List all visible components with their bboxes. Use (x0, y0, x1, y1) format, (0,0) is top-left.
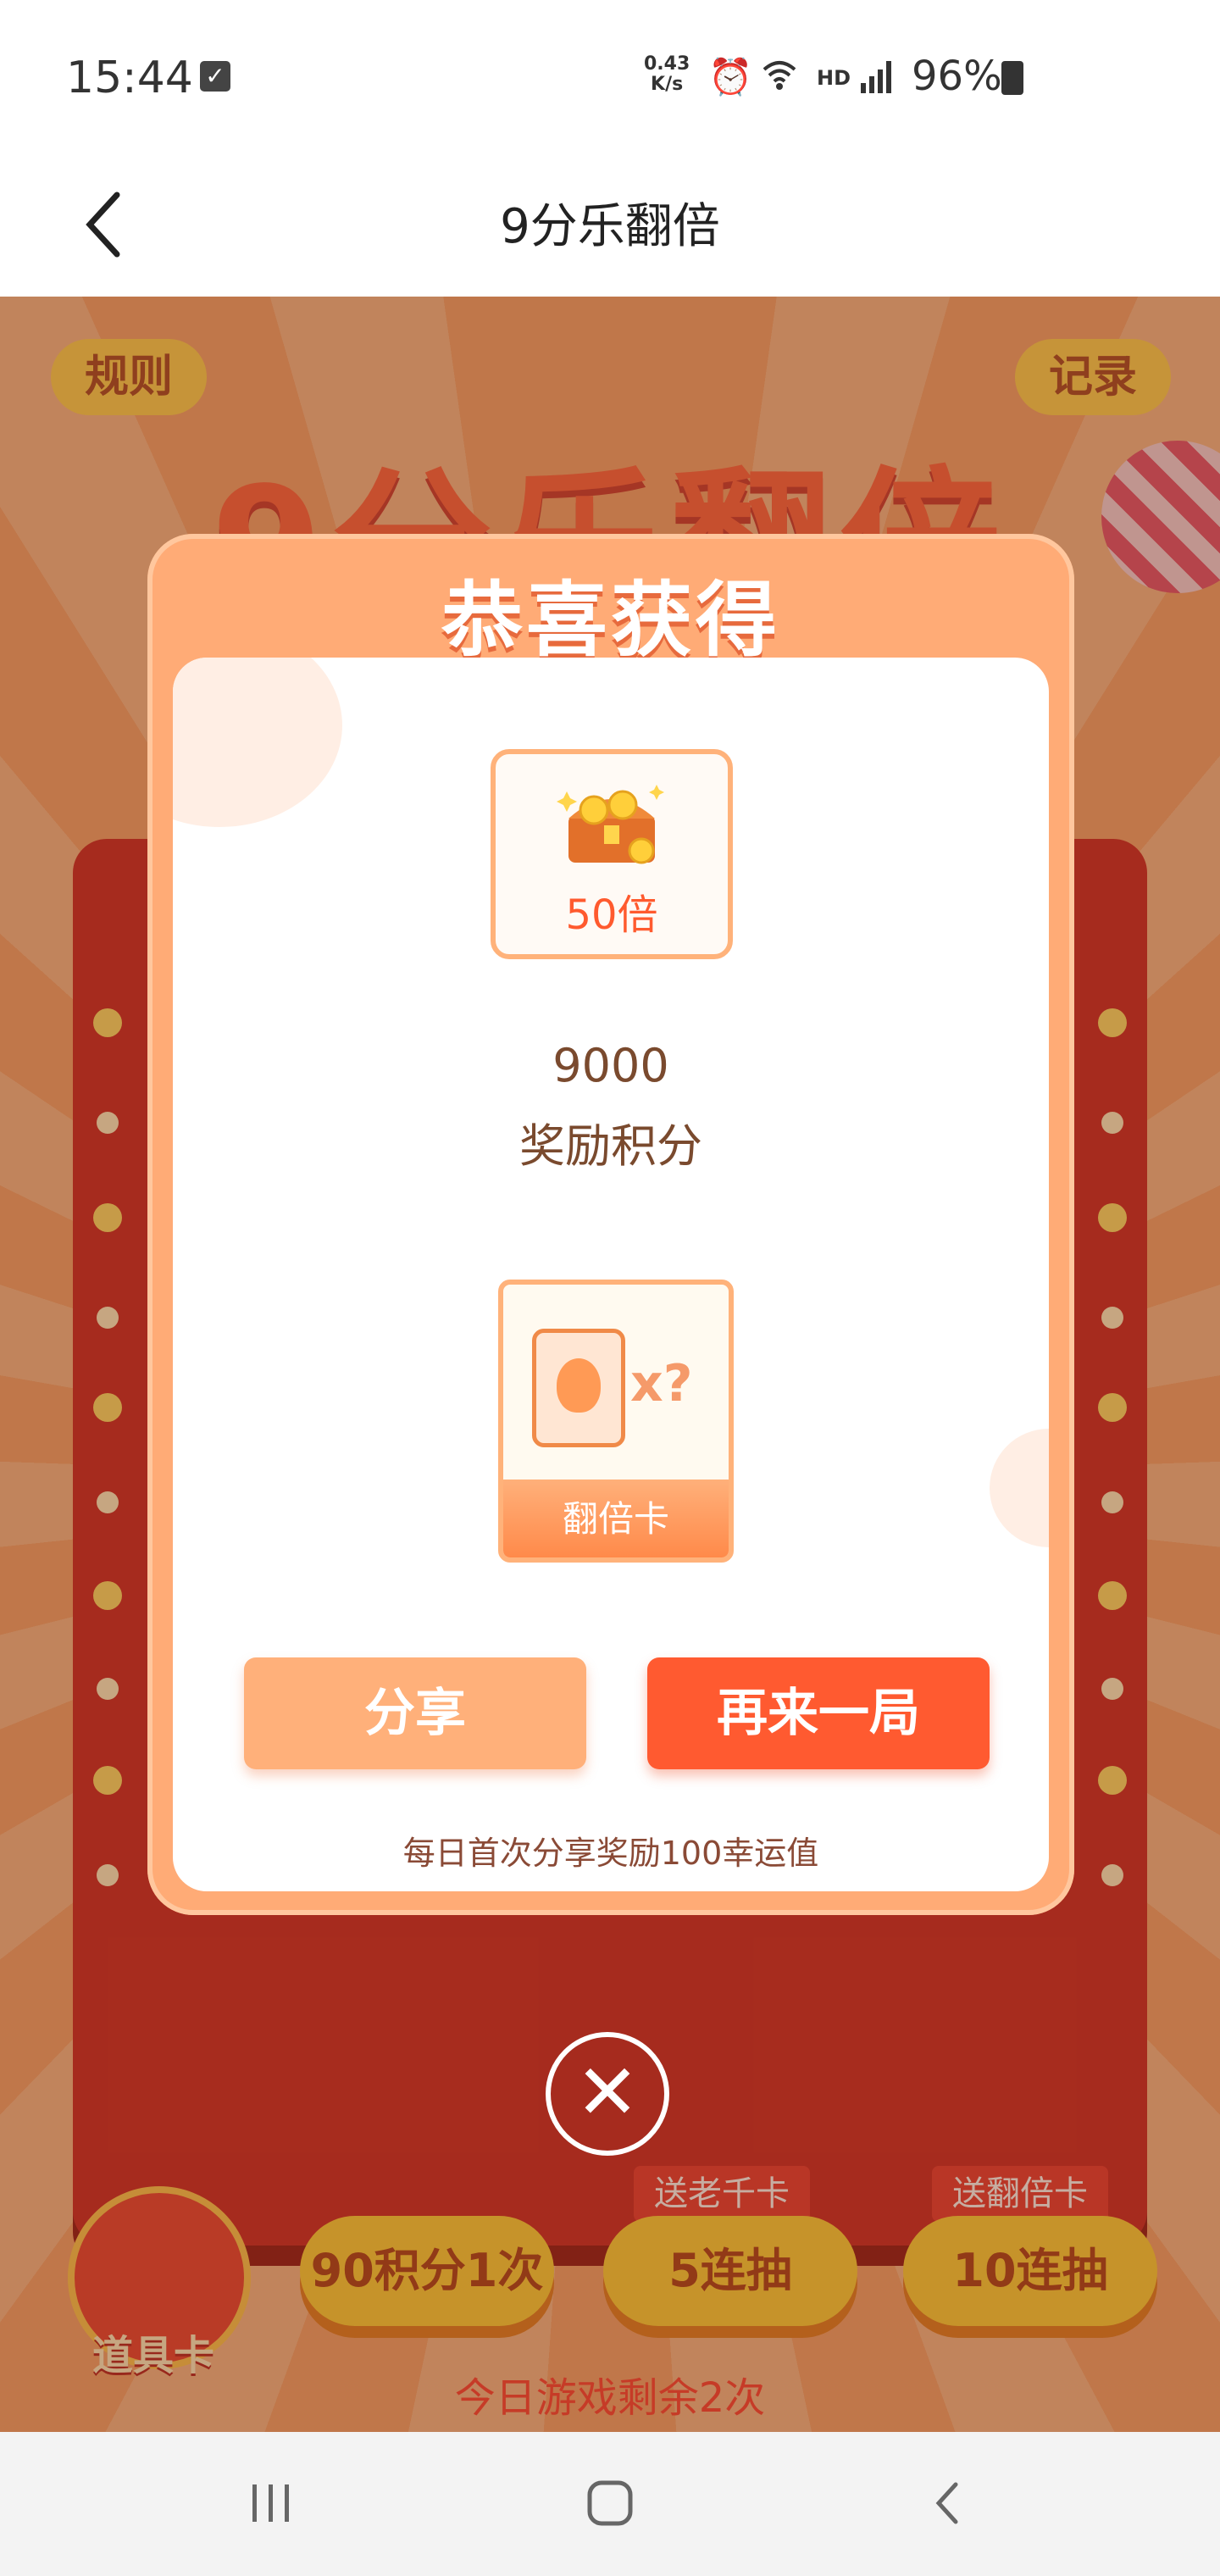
play-again-button[interactable]: 再来一局 (647, 1657, 990, 1769)
recent-apps-icon[interactable] (229, 2466, 313, 2542)
network-speed-value: 0.43 (644, 53, 690, 75)
prize-multiplier: 50倍 (565, 891, 658, 939)
reward-value: 9000 (552, 1039, 669, 1092)
share-button[interactable]: 分享 (244, 1657, 586, 1769)
app-header: 9分乐翻倍 (0, 153, 1220, 297)
modal-title: 恭喜获得 (441, 573, 780, 668)
prize-box: 50倍 (491, 749, 733, 959)
modal-content: 50倍 9000 奖励积分 x? 翻倍卡 分享 再来一局 每日首次分享奖励100… (173, 658, 1049, 1891)
double-card-icon (532, 1329, 625, 1447)
battery-icon (1001, 61, 1023, 95)
page-title: 9分乐翻倍 (500, 199, 720, 254)
decor-circle (990, 1429, 1049, 1547)
decor-circle (173, 658, 342, 827)
share-tip: 每日首次分享奖励100幸运值 (402, 1835, 819, 1872)
network-speed-unit: K/s (651, 74, 684, 95)
home-icon[interactable] (568, 2466, 652, 2542)
network-type: HD (817, 66, 851, 90)
check-icon: ✓ (200, 61, 230, 92)
status-time: 15:44 (66, 53, 193, 103)
network-speed: 0.43 K/s (644, 54, 690, 95)
alarm-icon: ⏰ (708, 56, 753, 97)
flame-icon (557, 1358, 601, 1413)
reward-modal: 恭喜获得 50倍 9000 奖励积分 x? 翻倍卡 分享 再来一局 每日首次分享… (147, 534, 1074, 1915)
back-icon[interactable] (907, 2466, 991, 2542)
card-label: 翻倍卡 (562, 1498, 669, 1540)
system-nav-bar (0, 2432, 1220, 2576)
status-bar: 15:44 ✓ 0.43 K/s ⏰ HD 96% (0, 0, 1220, 153)
reward-label: 奖励积分 (519, 1119, 702, 1173)
card-multiplier: x? (630, 1354, 693, 1413)
wifi-icon (761, 56, 798, 102)
battery-percent: 96% (912, 53, 1002, 100)
treasure-chest-icon (557, 776, 667, 869)
signal-icon (857, 58, 900, 95)
double-card-box: x? 翻倍卡 (498, 1280, 734, 1563)
close-icon[interactable]: ✕ (546, 2032, 669, 2156)
